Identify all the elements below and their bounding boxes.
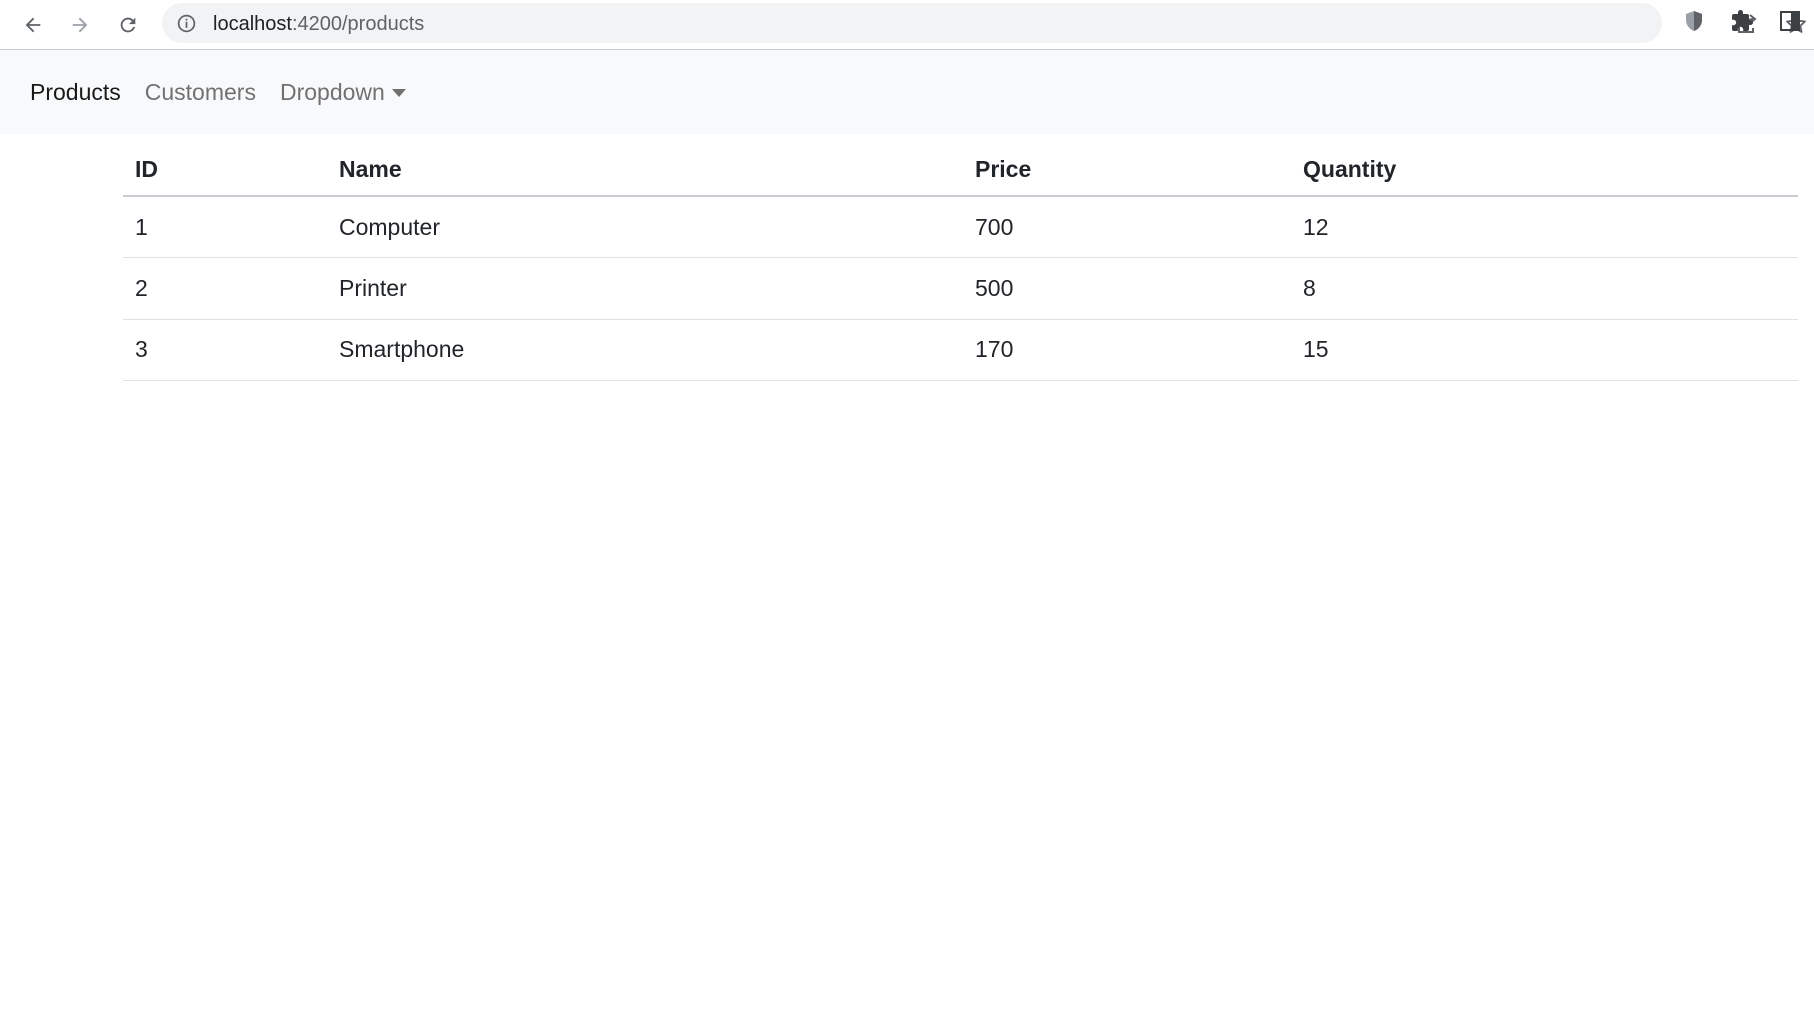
nav-link-customers[interactable]: Customers [145,79,256,106]
nav-link-products[interactable]: Products [30,79,121,106]
cell-quantity: 12 [1291,196,1798,258]
reload-button[interactable] [110,7,146,43]
header-name: Name [327,144,963,197]
cell-price: 170 [963,319,1291,381]
header-id: ID [123,144,327,197]
cell-price: 500 [963,257,1291,320]
shield-icon[interactable] [1682,9,1706,33]
table-row: 1 Computer 700 12 [123,196,1798,258]
products-table-container: ID Name Price Quantity 1 Computer 700 12… [123,144,1798,381]
cell-name: Smartphone [327,319,963,381]
nav-dropdown-toggle[interactable]: Dropdown [280,79,406,106]
cell-name: Printer [327,257,963,320]
url-text: localhost:4200/products [213,13,424,35]
nav-dropdown-label: Dropdown [279,78,385,105]
arrow-left-icon [25,17,41,33]
cell-name: Computer [327,196,963,258]
extensions-puzzle-icon[interactable] [1730,9,1754,33]
address-bar[interactable]: localhost:4200/products [162,3,1806,43]
forward-button[interactable] [62,7,98,43]
header-quantity: Quantity [1291,144,1798,197]
cell-quantity: 8 [1291,257,1798,320]
info-icon[interactable] [176,13,197,34]
cell-id: 1 [123,196,327,258]
reload-icon [120,17,136,33]
arrow-right-icon [72,17,88,33]
url-host: localhost [213,13,292,35]
table-row: 2 Printer 500 8 [123,257,1798,320]
products-table: ID Name Price Quantity 1 Computer 700 12… [123,144,1798,381]
url-path: :4200/products [291,13,425,35]
cell-quantity: 15 [1291,319,1798,381]
cell-id: 2 [123,257,327,320]
header-price: Price [963,144,1291,197]
browser-toolbar: localhost:4200/products [0,0,1814,50]
cell-id: 3 [123,319,327,381]
cell-price: 700 [963,196,1291,258]
back-button[interactable] [15,7,51,43]
table-header-row: ID Name Price Quantity [123,144,1798,197]
app-navbar: Products Customers Dropdown [0,50,1814,134]
caret-down-icon [391,89,406,97]
side-panel-icon[interactable] [1778,9,1802,33]
table-row: 3 Smartphone 170 15 [123,319,1798,381]
